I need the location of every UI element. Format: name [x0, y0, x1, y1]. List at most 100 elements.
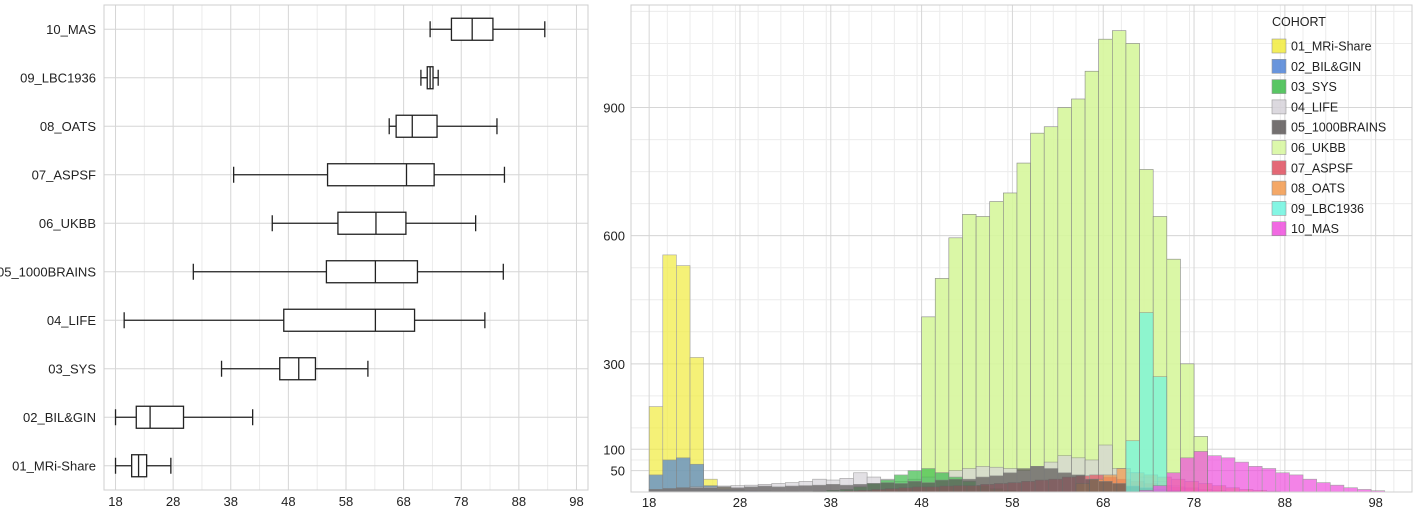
histogram-bar — [1126, 43, 1140, 492]
histogram-bar — [1330, 485, 1344, 492]
histogram-bar — [1153, 377, 1167, 492]
histogram-bar — [962, 214, 976, 492]
histogram-bar — [1276, 473, 1290, 492]
boxplot-category-label: 01_MRi-Share — [12, 458, 96, 473]
boxplot-category-label: 10_MAS — [46, 22, 96, 37]
histogram-x-tick-label: 18 — [642, 495, 656, 510]
legend-label: 02_BIL&GIN — [1291, 60, 1361, 74]
legend-label: 06_UKBB — [1291, 141, 1346, 155]
histogram-bar — [1289, 475, 1303, 492]
histogram-bar — [1099, 39, 1113, 492]
histogram-bar — [1003, 193, 1017, 492]
histogram-y-tick-label: 100 — [603, 442, 625, 457]
histogram-bar — [1180, 458, 1194, 492]
histogram-bar — [949, 238, 963, 492]
histogram-bar — [1249, 466, 1263, 492]
boxplot-category-label: 06_UKBB — [39, 216, 96, 231]
histogram-y-tick-label: 300 — [603, 357, 625, 372]
boxplot-category-label: 07_ASPSF — [32, 167, 96, 182]
histogram-bar — [894, 483, 908, 492]
legend-label: 09_LBC1936 — [1291, 202, 1364, 216]
figure: 18283848586878889810_MAS09_LBC193608_OAT… — [0, 0, 1417, 510]
boxplot-category-label: 09_LBC1936 — [20, 70, 96, 85]
histogram-bar — [1208, 456, 1222, 492]
histogram-bar — [745, 487, 759, 492]
histogram-bar — [935, 480, 949, 492]
legend-swatch — [1272, 120, 1286, 134]
legend-label: 08_OATS — [1291, 182, 1345, 196]
legend-item: 07_ASPSF — [1272, 161, 1353, 176]
legend-item: 09_LBC1936 — [1272, 201, 1364, 216]
boxplot-category-label: 03_SYS — [48, 361, 96, 376]
legend: COHORT01_MRi-Share02_BIL&GIN03_SYS04_LIF… — [1272, 15, 1386, 236]
histogram-y-tick-label: 50 — [611, 464, 625, 479]
histogram-bar — [772, 487, 786, 492]
histogram-bar — [758, 486, 772, 492]
histogram-bar — [867, 483, 881, 492]
legend-swatch — [1272, 39, 1286, 53]
boxplot-category-label: 05_1000BRAINS — [0, 264, 96, 279]
histogram-bar — [840, 485, 854, 492]
histogram-bar — [1167, 259, 1181, 492]
histogram-x-tick-label: 78 — [1187, 495, 1201, 510]
legend-item: 01_MRi-Share — [1272, 39, 1372, 54]
histogram-bar — [962, 479, 976, 492]
histogram-bar — [1344, 488, 1358, 492]
histogram-bar — [1221, 458, 1235, 492]
boxplot-x-tick-label: 48 — [281, 494, 295, 509]
histogram-bar — [1044, 469, 1058, 492]
histogram-bar — [1085, 71, 1099, 492]
histogram-bar — [1167, 473, 1181, 492]
iqr-box — [280, 358, 316, 380]
histogram-bar — [1017, 163, 1031, 492]
histogram-bar — [663, 489, 677, 492]
histogram-bar — [799, 486, 813, 492]
legend-item: 05_1000BRAINS — [1272, 120, 1386, 135]
boxplot-x-tick-label: 28 — [166, 494, 180, 509]
histogram-bar — [1153, 486, 1167, 492]
histogram-bar — [1317, 483, 1331, 492]
box-06-ukbb — [272, 212, 475, 234]
histogram-bar — [676, 458, 690, 492]
histogram-bar — [1126, 441, 1140, 492]
histogram-x-tick-label: 98 — [1368, 495, 1382, 510]
histogram-bar — [935, 278, 949, 492]
legend-swatch — [1272, 141, 1286, 155]
iqr-box — [338, 212, 406, 234]
legend-item: 06_UKBB — [1272, 141, 1346, 156]
legend-swatch — [1272, 181, 1286, 195]
boxplot-x-tick-label: 78 — [454, 494, 468, 509]
legend-item: 08_OATS — [1272, 181, 1345, 196]
histogram-x-tick-label: 28 — [733, 495, 747, 510]
histogram-bar — [990, 202, 1004, 492]
histogram-bar — [676, 488, 690, 492]
legend-item: 02_BIL&GIN — [1272, 59, 1361, 74]
boxplot-x-tick-label: 58 — [339, 494, 353, 509]
box-01-mri-share — [116, 455, 171, 477]
histogram-bar — [704, 488, 718, 492]
boxplot-category-label: 02_BIL&GIN — [23, 410, 96, 425]
histogram-x-tick-label: 48 — [914, 495, 928, 510]
legend-swatch — [1272, 161, 1286, 175]
histogram-bar — [731, 488, 745, 492]
histogram-bar — [976, 477, 990, 492]
box-10-mas — [430, 18, 545, 40]
boxplot-category-label: 04_LIFE — [47, 313, 96, 328]
legend-swatch — [1272, 80, 1286, 94]
legend-item: 04_LIFE — [1272, 100, 1338, 115]
histogram-bar — [1031, 133, 1045, 492]
legend-label: 10_MAS — [1291, 222, 1339, 236]
histogram-bar — [922, 317, 936, 492]
box-07-aspsf — [234, 164, 505, 186]
histogram-bar — [1058, 108, 1072, 492]
legend-item: 03_SYS — [1272, 80, 1337, 95]
histogram-bar — [853, 484, 867, 492]
histogram-x-tick-label: 38 — [824, 495, 838, 510]
histogram-bar — [1140, 313, 1154, 492]
boxplot-x-tick-label: 98 — [569, 494, 583, 509]
boxplot-panel: 18283848586878889810_MAS09_LBC193608_OAT… — [0, 5, 588, 509]
histogram-bar — [663, 460, 677, 492]
histogram-bar — [990, 476, 1004, 492]
legend-swatch — [1272, 222, 1286, 236]
histogram-bar — [1303, 479, 1317, 492]
